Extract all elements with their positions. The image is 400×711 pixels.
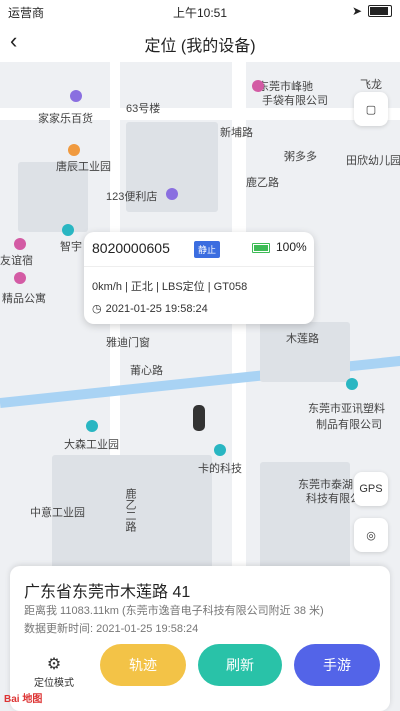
map-label: 制品有限公司 xyxy=(316,419,382,431)
mode-button[interactable]: ⚙ 定位模式 xyxy=(26,654,82,689)
mode-label: 定位模式 xyxy=(34,678,74,689)
status-badge: 静止 xyxy=(194,241,221,258)
update-time: ◷ 2021-01-25 19:58:24 xyxy=(92,302,208,316)
poi-icon xyxy=(166,188,178,200)
device-info: 0km/h | 正北 | LBS定位 | GT058 xyxy=(92,281,248,293)
map-label: 莆心路 xyxy=(130,365,163,377)
track-button[interactable]: 轨迹 xyxy=(100,644,186,686)
map-label: 木莲路 xyxy=(286,333,319,345)
settings-icon: ⚙ xyxy=(46,656,62,673)
map-label: 新埔路 xyxy=(220,127,253,139)
address: 广东省东莞市木莲路 41 xyxy=(24,584,191,601)
update-time-text: 数据更新时间: 2021-01-25 19:58:24 xyxy=(24,623,199,635)
refresh-button[interactable]: 刷新 xyxy=(198,644,282,686)
battery-icon xyxy=(368,5,392,17)
popup-time: 2021-01-25 19:58:24 xyxy=(105,302,208,315)
vehicle-marker[interactable] xyxy=(193,405,205,431)
poi-icon xyxy=(14,272,26,284)
map-label: 田欣幼儿园 xyxy=(346,155,400,167)
map-label: 东莞市亚讯塑料 xyxy=(308,403,385,415)
battery-icon xyxy=(252,243,270,253)
device-popup[interactable]: 8020000605 静止 100% 0km/h | 正北 | LBS定位 | … xyxy=(84,232,314,324)
map-label: 精品公寓 xyxy=(2,293,46,305)
map-watermark: Bai 地图 xyxy=(4,694,43,705)
map-label: 唐辰工业园 xyxy=(56,161,111,173)
location-arrow-icon: ➤ xyxy=(351,4,362,18)
location-card: 广东省东莞市木莲路 41 距离我 11083.11km (东莞市逸音电子科技有限… xyxy=(10,566,390,711)
third-label: 手游 xyxy=(323,657,351,673)
map-label: 飞龙 xyxy=(360,79,382,91)
status-icons: ➤ xyxy=(352,4,392,18)
layers-button[interactable]: ▢ xyxy=(354,92,388,126)
battery-percent: 100% xyxy=(276,240,307,254)
map-label: 鹿乙二路 xyxy=(124,488,136,532)
poi-icon xyxy=(214,444,226,456)
poi-icon xyxy=(70,90,82,102)
map-label: 大森工业园 xyxy=(64,439,119,451)
map-label: 卡的科技 xyxy=(198,463,242,475)
poi-icon xyxy=(86,420,98,432)
map-label: 粥多多 xyxy=(284,151,317,163)
refresh-label: 刷新 xyxy=(226,657,254,673)
map-label: 友谊宿 xyxy=(0,255,33,267)
clock: 上午10:51 xyxy=(172,6,228,20)
gps-button[interactable]: GPS xyxy=(354,472,388,506)
clock-icon: ◷ xyxy=(92,303,102,315)
map-label: 雅迪门窗 xyxy=(106,337,150,349)
navigation-bar: ‹ 定位 (我的设备) xyxy=(0,22,400,62)
distance-text: 距离我 11083.11km (东莞市逸音电子科技有限公司附近 38 米) xyxy=(24,605,324,617)
map-label: 123便利店 xyxy=(106,191,158,203)
device-id: 8020000605 xyxy=(92,240,170,256)
track-label: 轨迹 xyxy=(129,657,157,673)
status-bar: 运营商 上午10:51 ➤ xyxy=(0,0,400,22)
map-label: 手袋有限公司 xyxy=(262,95,328,107)
locate-button[interactable]: ◎ xyxy=(354,518,388,552)
map-label: 家家乐百货 xyxy=(38,113,93,125)
poi-icon xyxy=(68,144,80,156)
third-button[interactable]: 手游 xyxy=(294,644,380,686)
poi-icon xyxy=(62,224,74,236)
divider xyxy=(84,266,314,267)
map-label: 鹿乙路 xyxy=(246,177,279,189)
page-title: 定位 (我的设备) xyxy=(144,38,256,55)
map-label: 中意工业园 xyxy=(30,507,85,519)
poi-icon xyxy=(346,378,358,390)
poi-icon xyxy=(14,238,26,250)
poi-icon xyxy=(252,80,264,92)
map-label: 智宇 xyxy=(60,241,82,253)
map-label: 63号楼 xyxy=(126,103,161,115)
